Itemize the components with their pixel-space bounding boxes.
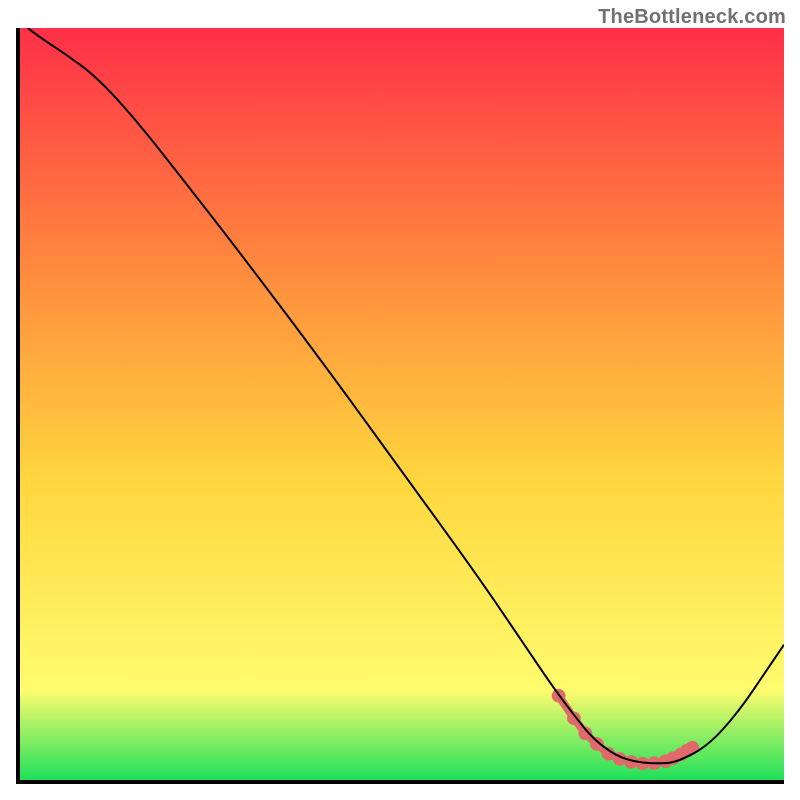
chart-svg	[20, 28, 784, 780]
chart-frame: TheBottleneck.com	[0, 0, 800, 800]
plot-area	[20, 28, 784, 780]
gradient-rect	[20, 28, 784, 780]
axis-x	[16, 780, 784, 784]
attribution-text: TheBottleneck.com	[598, 6, 786, 29]
